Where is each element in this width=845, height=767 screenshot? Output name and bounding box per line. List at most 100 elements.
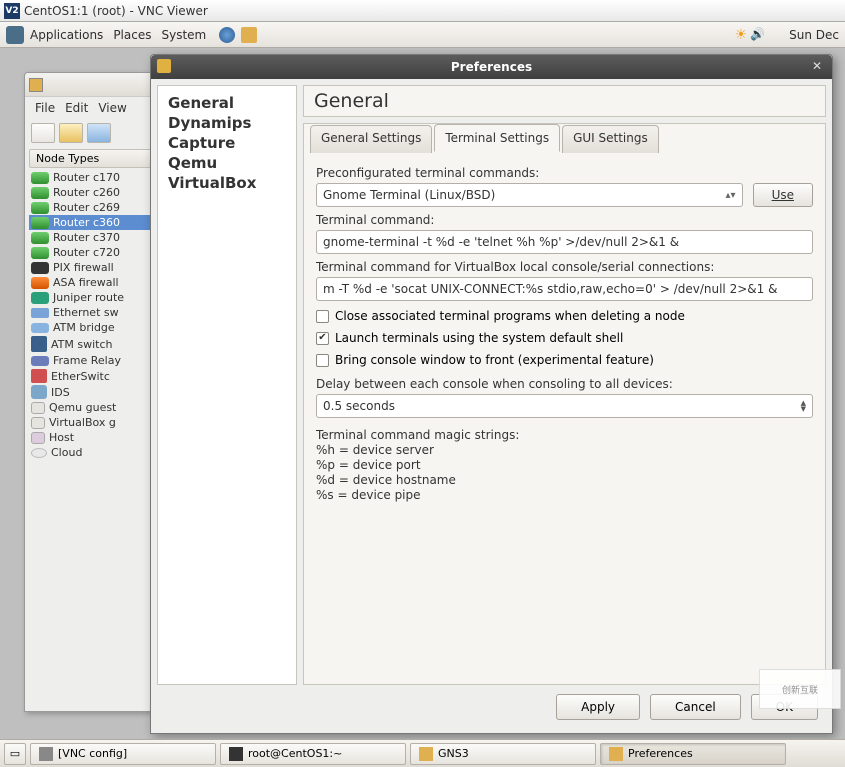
preferences-dialog: Preferences ✕ General Dynamips Capture Qemu… [150,54,833,734]
node-row-router-c360[interactable]: Router c360 [29,215,169,230]
tab-gui-settings[interactable]: GUI Settings [562,125,659,153]
node-icon [31,202,49,214]
node-icon [31,308,49,318]
node-row-juniper-route[interactable]: Juniper route [29,290,169,305]
bring-front-checkbox[interactable] [316,354,329,367]
settings-tabbox: General SettingsTerminal SettingsGUI Set… [303,123,826,685]
magic-h: %h = device server [316,443,813,457]
node-row-router-c269[interactable]: Router c269 [29,200,169,215]
node-row-ids[interactable]: IDS [29,384,169,400]
task-icon [39,747,53,761]
node-label: Router c269 [53,201,120,214]
settings-tabs[interactable]: General SettingsTerminal SettingsGUI Set… [310,124,661,152]
preconf-label: Preconfigurated terminal commands: [316,166,813,180]
watermark-logo: 创新互联 [759,669,841,709]
magic-heading: Terminal command magic strings: [316,428,813,442]
delay-label: Delay between each console when consolin… [316,377,813,391]
node-row-virtualbox-g[interactable]: VirtualBox g [29,415,169,430]
apply-button[interactable]: Apply [556,694,640,720]
menu-file[interactable]: File [35,101,55,115]
task-icon [609,747,623,761]
node-label: ASA firewall [53,276,119,289]
node-icon [31,448,47,458]
node-row-ethernet-sw[interactable]: Ethernet sw [29,305,169,320]
close-icon[interactable]: ✕ [812,59,826,73]
menu-system[interactable]: System [161,28,206,42]
vnc-title: CentOS1:1 (root) - VNC Viewer [24,4,208,18]
gnome-panel: Applications Places System ☀ 🔊 Sun Dec [0,22,845,48]
category-qemu[interactable]: Qemu [168,154,286,172]
section-heading: General [303,85,826,117]
launch-shell-checkbox[interactable] [316,332,329,345]
task-preferences[interactable]: Preferences [600,743,786,765]
node-row-atm-bridge[interactable]: ATM bridge [29,320,169,335]
magic-s: %s = device pipe [316,488,813,502]
desktop-area: File Edit View Node Types Router c170Rou… [0,48,845,739]
delay-value: 0.5 seconds [323,399,395,413]
menu-applications[interactable]: Applications [30,28,103,42]
menu-edit[interactable]: Edit [65,101,88,115]
task-gns3[interactable]: GNS3 [410,743,596,765]
node-label: Juniper route [53,291,124,304]
close-assoc-label: Close associated terminal programs when … [335,309,685,323]
task--vnc-config-[interactable]: [VNC config] [30,743,216,765]
terminal-command-input[interactable] [316,230,813,254]
node-row-frame-relay[interactable]: Frame Relay [29,353,169,368]
tb-open-icon[interactable] [59,123,83,143]
delay-spinbox[interactable]: 0.5 seconds ▲▼ [316,394,813,418]
menu-places[interactable]: Places [113,28,151,42]
node-types-header: Node Types [29,149,169,168]
node-row-host[interactable]: Host [29,430,169,445]
category-list[interactable]: General Dynamips Capture Qemu VirtualBox [157,85,297,685]
vb-command-input[interactable] [316,277,813,301]
tb-new-icon[interactable] [31,123,55,143]
node-label: ATM switch [51,338,113,351]
node-icon [31,432,45,444]
chevron-updown-icon: ▴▾ [726,190,736,201]
gns3-app-icon [29,78,43,92]
tb-save-icon[interactable] [87,123,111,143]
tab-terminal-settings[interactable]: Terminal Settings [434,124,560,152]
node-icon [31,232,49,244]
vb-command-label: Terminal command for VirtualBox local co… [316,260,813,274]
cancel-button[interactable]: Cancel [650,694,741,720]
task-root-centos1-[interactable]: root@CentOS1:~ [220,743,406,765]
node-label: PIX firewall [53,261,114,274]
gnome-foot-icon[interactable] [6,26,24,44]
browser-icon[interactable] [219,27,235,43]
node-row-etherswitc[interactable]: EtherSwitc [29,368,169,384]
use-button[interactable]: Use [753,183,813,207]
category-virtualbox[interactable]: VirtualBox [168,174,286,192]
node-row-router-c370[interactable]: Router c370 [29,230,169,245]
node-row-qemu-guest[interactable]: Qemu guest [29,400,169,415]
node-row-router-c260[interactable]: Router c260 [29,185,169,200]
node-row-router-c170[interactable]: Router c170 [29,170,169,185]
task-icon [229,747,243,761]
tab-general-settings[interactable]: General Settings [310,125,432,153]
terminal-preset-combo[interactable]: Gnome Terminal (Linux/BSD) ▴▾ [316,183,743,207]
menu-view[interactable]: View [98,101,126,115]
launch-shell-label: Launch terminals using the system defaul… [335,331,623,345]
task-label: [VNC config] [58,747,127,760]
weather-icon[interactable]: ☀ [735,27,748,43]
task-label: GNS3 [438,747,469,760]
spin-arrows-icon[interactable]: ▲▼ [801,400,806,412]
node-row-asa-firewall[interactable]: ASA firewall [29,275,169,290]
close-assoc-checkbox[interactable] [316,310,329,323]
vnc-logo-icon: V2 [4,3,20,19]
category-capture[interactable]: Capture [168,134,286,152]
category-dynamips[interactable]: Dynamips [168,114,286,132]
node-types-list[interactable]: Router c170Router c260Router c269Router … [29,170,169,460]
category-general[interactable]: General [168,94,286,112]
mail-icon[interactable] [241,27,257,43]
node-row-pix-firewall[interactable]: PIX firewall [29,260,169,275]
task-label: root@CentOS1:~ [248,747,342,760]
node-row-atm-switch[interactable]: ATM switch [29,335,169,353]
show-desktop-icon[interactable]: ▭ [4,743,26,765]
clock[interactable]: Sun Dec [789,28,839,42]
node-row-cloud[interactable]: Cloud [29,445,169,460]
volume-icon[interactable]: 🔊 [750,27,766,43]
preferences-titlebar[interactable]: Preferences ✕ [151,55,832,79]
node-label: ATM bridge [53,321,115,334]
node-row-router-c720[interactable]: Router c720 [29,245,169,260]
